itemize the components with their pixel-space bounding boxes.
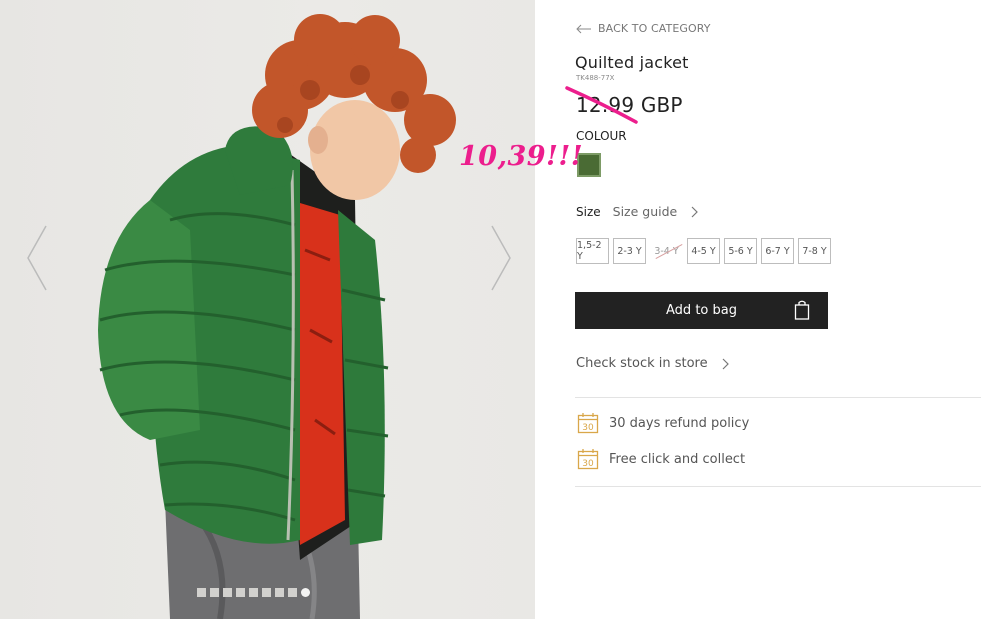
chevron-right-icon	[691, 206, 699, 217]
size-option-unavailable[interactable]: 3-4 Y	[650, 238, 683, 264]
previous-image-arrow[interactable]	[22, 222, 52, 294]
shopping-bag-icon	[794, 300, 810, 320]
product-photo	[98, 14, 456, 619]
size-option[interactable]: 7-8 Y	[798, 238, 831, 264]
feature-refund-policy: 30 30 days refund policy	[577, 412, 749, 434]
back-link-label: BACK TO CATEGORY	[598, 22, 711, 35]
size-option[interactable]: 1,5-2 Y	[576, 238, 609, 264]
svg-text:30: 30	[582, 459, 594, 469]
next-image-arrow[interactable]	[486, 222, 516, 294]
product-title: Quilted jacket	[575, 53, 689, 72]
gallery-dot[interactable]	[223, 588, 232, 597]
calendar-icon: 30	[577, 449, 599, 470]
product-price: 12.99 GBP	[576, 93, 683, 117]
size-guide-link[interactable]: Size guide	[613, 204, 678, 219]
svg-text:30: 30	[582, 423, 594, 433]
arrow-left-icon	[576, 24, 591, 33]
size-option[interactable]: 6-7 Y	[761, 238, 794, 264]
size-option[interactable]: 2-3 Y	[613, 238, 646, 264]
feature-click-collect: 30 Free click and collect	[577, 448, 745, 470]
product-sku: TK488-77X	[576, 74, 615, 82]
gallery-dot[interactable]	[288, 588, 297, 597]
add-to-bag-button[interactable]: Add to bag	[575, 292, 828, 329]
gallery-pagination	[197, 588, 310, 597]
gallery-dot[interactable]	[275, 588, 284, 597]
gallery-dot[interactable]	[197, 588, 206, 597]
product-photo-gallery[interactable]	[0, 0, 535, 619]
size-label: Size	[576, 204, 601, 219]
gallery-dot[interactable]	[249, 588, 258, 597]
chevron-right-icon	[722, 358, 729, 369]
size-option[interactable]: 5-6 Y	[724, 238, 757, 264]
calendar-icon: 30	[577, 413, 599, 434]
size-options: 1,5-2 Y 2-3 Y 3-4 Y 4-5 Y 5-6 Y 6-7 Y 7-…	[576, 238, 831, 264]
gallery-dot[interactable]	[210, 588, 219, 597]
check-stock-label: Check stock in store	[576, 356, 708, 371]
back-to-category-link[interactable]: BACK TO CATEGORY	[576, 22, 711, 35]
gallery-dot[interactable]	[236, 588, 245, 597]
check-stock-link[interactable]: Check stock in store	[576, 356, 730, 371]
gallery-dot-active[interactable]	[301, 588, 310, 597]
divider	[575, 486, 981, 487]
add-to-bag-label: Add to bag	[666, 303, 737, 318]
feature-label: 30 days refund policy	[609, 415, 750, 431]
colour-label: COLOUR	[576, 129, 627, 143]
gallery-dot[interactable]	[262, 588, 271, 597]
divider	[575, 397, 981, 398]
feature-label: Free click and collect	[609, 451, 746, 467]
size-option[interactable]: 4-5 Y	[687, 238, 720, 264]
size-header: Size Size guide	[576, 204, 699, 219]
handwritten-price-annotation: 10,39!!!	[459, 141, 584, 172]
